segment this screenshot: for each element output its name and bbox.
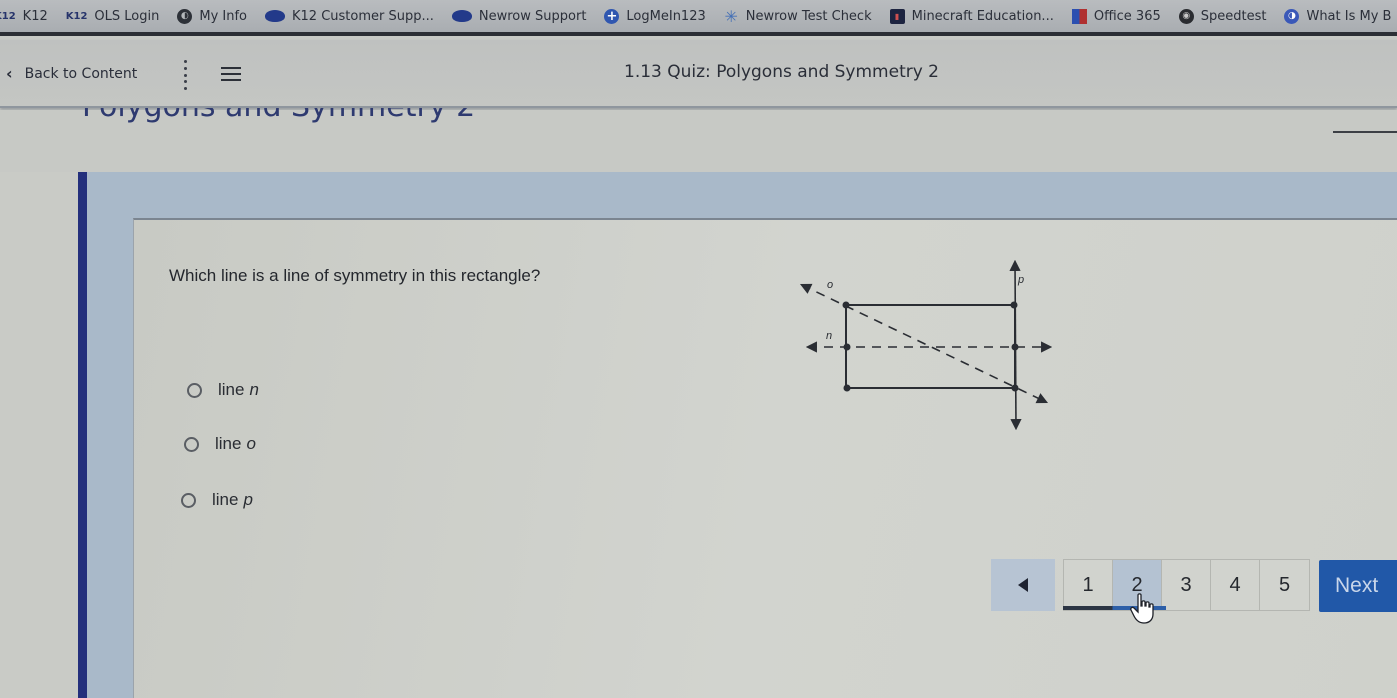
radio-button[interactable] — [187, 382, 202, 398]
question-prompt: Which line is a line of symmetry in this… — [169, 266, 541, 285]
bookmark-label: K12 Customer Supp... — [292, 8, 434, 24]
section-heading-text: Polygons and Symmetry 2 — [82, 108, 475, 122]
hand-pointer-cursor-icon — [1130, 593, 1154, 624]
bookmark-speedtest[interactable]: ◉ Speedtest — [1178, 8, 1267, 24]
answer-option-line-p[interactable]: line p — [181, 490, 253, 510]
rectangle-symmetry-figure: o n p — [799, 259, 1053, 431]
bookmark-label: My Info — [199, 8, 248, 24]
next-button[interactable]: Next — [1319, 560, 1397, 612]
spark-icon: ✳ — [724, 6, 738, 26]
previous-page-button[interactable] — [991, 559, 1055, 611]
bookmark-label: Minecraft Education... — [911, 8, 1054, 24]
bookmark-label: OLS Login — [94, 8, 160, 24]
bookmark-newrow-support[interactable]: Newrow Support — [451, 8, 587, 24]
triangle-left-icon — [1018, 578, 1028, 592]
bookmark-k12[interactable]: K12 K12 — [0, 9, 48, 24]
option-prefix: line — [218, 380, 245, 399]
answer-option-line-n[interactable]: line n — [187, 380, 259, 400]
line-o — [799, 283, 1049, 404]
menu-icon[interactable] — [221, 67, 241, 81]
label-p: p — [1017, 274, 1024, 286]
bookmark-label: Newrow Support — [478, 8, 587, 24]
option-variable: o — [246, 434, 256, 453]
bookmark-office-365[interactable]: Office 365 — [1071, 8, 1161, 24]
divider — [1333, 131, 1397, 133]
whatis-icon: ◑ — [1284, 8, 1300, 24]
label-n: n — [826, 330, 832, 342]
k12-logo-icon: K12 — [65, 10, 88, 22]
chevron-left-icon: ‹ — [6, 64, 13, 83]
bookmark-ols-login[interactable]: K12 OLS Login — [66, 9, 160, 24]
back-to-content-button[interactable]: ‹ Back to Content — [6, 64, 137, 83]
bookmark-label: What Is My B — [1306, 8, 1392, 24]
bookmark-k12-customer-support[interactable]: K12 Customer Supp... — [265, 9, 434, 24]
label-o: o — [827, 279, 833, 291]
salesforce-cloud-icon — [265, 10, 286, 22]
bookmark-label: Office 365 — [1093, 8, 1161, 24]
bookmark-newrow-test-check[interactable]: ✳ Newrow Test Check — [724, 6, 872, 26]
page-title: 1.13 Quiz: Polygons and Symmetry 2 — [624, 62, 939, 82]
salesforce-cloud-icon — [451, 10, 472, 22]
page-number-list: 1 2 3 4 5 — [1063, 559, 1310, 611]
bookmark-logmein123[interactable]: + LogMeIn123 — [604, 8, 706, 24]
logmein-plus-icon: + — [604, 8, 620, 24]
globe-icon: ◐ — [177, 8, 193, 24]
page-button-1[interactable]: 1 — [1064, 560, 1113, 610]
section-heading: Polygons and Symmetry 2 — [82, 108, 475, 138]
bookmark-what-is-my[interactable]: ◑ What Is My B — [1284, 8, 1392, 24]
bookmark-label: Newrow Test Check — [745, 8, 872, 24]
question-card — [133, 218, 1397, 698]
option-prefix: line — [212, 490, 239, 509]
page-button-4[interactable]: 4 — [1211, 560, 1260, 610]
option-prefix: line — [215, 434, 242, 453]
page-button-3[interactable]: 3 — [1162, 560, 1211, 610]
radio-button[interactable] — [184, 436, 199, 452]
bookmark-label: Speedtest — [1200, 8, 1267, 24]
app-header: ‹ Back to Content 1.13 Quiz: Polygons an… — [0, 40, 1397, 108]
option-variable: n — [249, 380, 259, 399]
option-variable: p — [243, 490, 253, 509]
bookmarks-bar: K12 K12 K12 OLS Login ◐ My Info K12 Cust… — [0, 0, 1397, 36]
bookmark-label: K12 — [22, 8, 48, 24]
office-icon — [1071, 8, 1087, 24]
page-button-5[interactable]: 5 — [1260, 560, 1309, 610]
panel-accent-stripe — [78, 172, 87, 698]
answer-option-line-o[interactable]: line o — [184, 434, 256, 454]
speedtest-icon: ◉ — [1178, 8, 1194, 24]
bookmark-my-info[interactable]: ◐ My Info — [177, 8, 248, 24]
bookmark-minecraft-education[interactable]: ▮ Minecraft Education... — [889, 8, 1054, 24]
radio-button[interactable] — [181, 492, 196, 508]
more-options-icon[interactable] — [178, 60, 192, 90]
back-to-content-label: Back to Content — [24, 65, 138, 82]
bookmark-label: LogMeIn123 — [626, 8, 706, 24]
k12-logo-icon: K12 — [0, 10, 16, 22]
minecraft-icon: ▮ — [889, 8, 905, 24]
